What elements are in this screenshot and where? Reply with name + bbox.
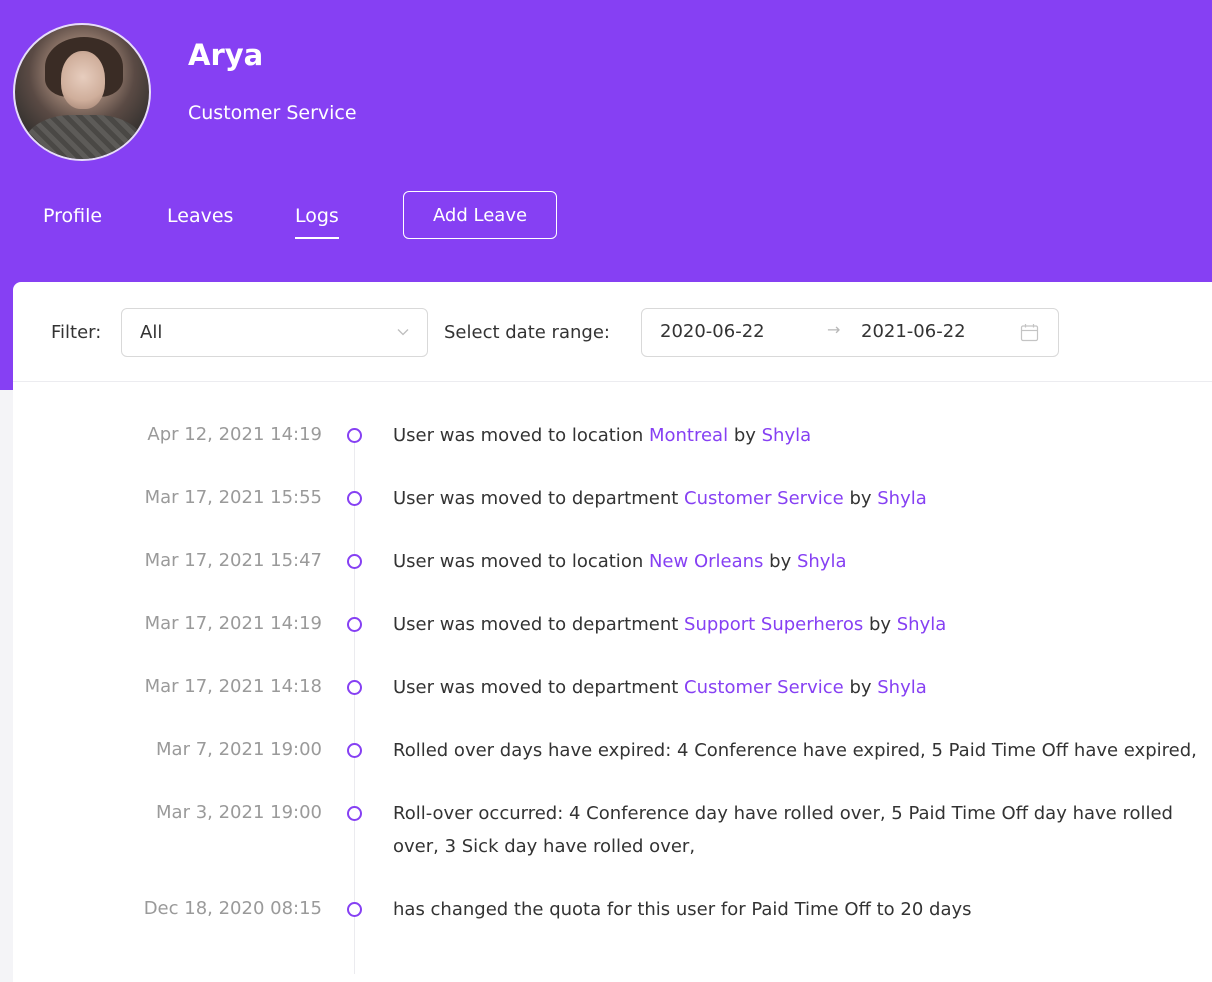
log-target-link[interactable]: Montreal bbox=[649, 425, 728, 446]
tab-logs[interactable]: Logs bbox=[295, 205, 339, 239]
log-timestamp: Mar 3, 2021 19:00 bbox=[156, 802, 322, 823]
chevron-down-icon bbox=[397, 329, 409, 336]
filter-select-value: All bbox=[140, 322, 163, 343]
filter-select[interactable]: All bbox=[121, 308, 428, 357]
log-message: User was moved to location New Orleans b… bbox=[393, 551, 847, 572]
log-timestamp: Mar 7, 2021 19:00 bbox=[156, 739, 322, 760]
date-start[interactable]: 2020-06-22 bbox=[660, 321, 765, 342]
timeline-dot-icon bbox=[347, 617, 362, 632]
log-timestamp: Dec 18, 2020 08:15 bbox=[143, 898, 322, 919]
log-message: User was moved to department Customer Se… bbox=[393, 677, 927, 698]
filter-bar: Filter: All Select date range: 2020-06-2… bbox=[13, 282, 1212, 382]
add-leave-button[interactable]: Add Leave bbox=[403, 191, 557, 239]
log-message: User was moved to location Montreal by S… bbox=[393, 425, 812, 446]
log-target-link[interactable]: Customer Service bbox=[684, 677, 844, 698]
timeline-dot-icon bbox=[347, 806, 362, 821]
log-target-link[interactable]: New Orleans bbox=[649, 551, 763, 572]
user-department: Customer Service bbox=[188, 102, 357, 124]
tab-leaves[interactable]: Leaves bbox=[167, 205, 233, 227]
user-name: Arya bbox=[188, 38, 264, 72]
timeline-dot-icon bbox=[347, 491, 362, 506]
tab-profile[interactable]: Profile bbox=[43, 205, 102, 227]
calendar-icon bbox=[1020, 324, 1039, 342]
log-actor-link[interactable]: Shyla bbox=[877, 488, 927, 509]
log-timestamp: Mar 17, 2021 14:18 bbox=[144, 676, 322, 697]
log-actor-link[interactable]: Shyla bbox=[797, 551, 847, 572]
timeline-line bbox=[354, 434, 355, 974]
log-message: User was moved to department Support Sup… bbox=[393, 614, 947, 635]
log-actor-link[interactable]: Shyla bbox=[762, 425, 812, 446]
log-target-link[interactable]: Support Superheros bbox=[684, 614, 863, 635]
log-timestamp: Mar 17, 2021 15:55 bbox=[144, 487, 322, 508]
log-target-link[interactable]: Customer Service bbox=[684, 488, 844, 509]
date-range-label: Select date range: bbox=[444, 322, 610, 343]
log-actor-link[interactable]: Shyla bbox=[897, 614, 947, 635]
date-end[interactable]: 2021-06-22 bbox=[861, 321, 966, 342]
log-timestamp: Mar 17, 2021 15:47 bbox=[144, 550, 322, 571]
timeline-dot-icon bbox=[347, 428, 362, 443]
log-timestamp: Mar 17, 2021 14:19 bbox=[144, 613, 322, 634]
arrow-right-icon: → bbox=[827, 320, 841, 339]
filter-label: Filter: bbox=[51, 322, 102, 343]
timeline-dot-icon bbox=[347, 902, 362, 917]
logs-card: Filter: All Select date range: 2020-06-2… bbox=[13, 282, 1212, 982]
log-message: has changed the quota for this user for … bbox=[393, 899, 972, 920]
log-message: User was moved to department Customer Se… bbox=[393, 488, 927, 509]
timeline-dot-icon bbox=[347, 680, 362, 695]
log-message: Rolled over days have expired: 4 Confere… bbox=[393, 740, 1197, 761]
timeline-dot-icon bbox=[347, 554, 362, 569]
date-range-picker[interactable]: 2020-06-22 → 2021-06-22 bbox=[641, 308, 1059, 357]
log-timestamp: Apr 12, 2021 14:19 bbox=[147, 424, 322, 445]
timeline-dot-icon bbox=[347, 743, 362, 758]
log-message: Roll-over occurred: 4 Conference day hav… bbox=[393, 803, 1173, 857]
avatar bbox=[13, 23, 151, 161]
log-actor-link[interactable]: Shyla bbox=[877, 677, 927, 698]
